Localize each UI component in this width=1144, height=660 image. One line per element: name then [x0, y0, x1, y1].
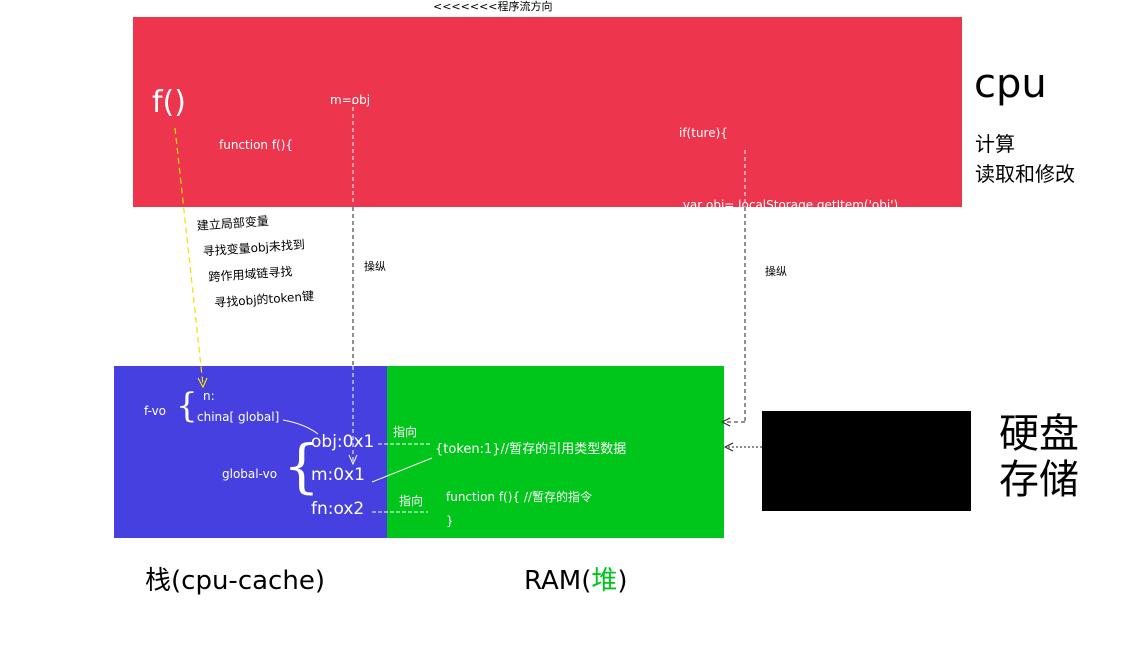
scope-lookup-steps: 建立局部变量 寻找变量obj未找到 跨作用域链寻找 寻找obj的token键 — [196, 205, 315, 317]
assignment-statement: m=obj — [330, 93, 371, 107]
disk-label: 硬盘 存储 — [999, 411, 1079, 503]
disk-arrowhead — [723, 442, 734, 452]
stack-caption-prefix: 栈 — [145, 566, 172, 596]
pointer-label: 指向 — [393, 425, 418, 439]
gvo-item-fn: fn:ox2 — [311, 499, 365, 519]
fvo-label: f-vo — [144, 404, 167, 418]
heap-function-line: function f(){ //暂存的指令 — [446, 490, 592, 504]
ram-caption-suffix: ) — [617, 566, 628, 596]
gvo-item-obj: obj:0x1 — [311, 432, 375, 452]
cpu-desc-compute: 计算 — [975, 132, 1015, 156]
stack-caption: 栈(cpu-cache) — [145, 560, 325, 597]
disk-label-line: 硬盘 — [999, 411, 1079, 457]
ram-caption-prefix: RAM( — [524, 566, 592, 596]
function-call: f() — [152, 85, 186, 120]
disk-label-line: 存储 — [999, 457, 1079, 503]
disk-block — [762, 411, 971, 511]
stack-caption-suffix: (cpu-cache) — [171, 566, 325, 596]
control-label: 操纵 — [364, 260, 386, 273]
gvo-label: global-vo — [222, 467, 278, 481]
code-line: function f(){ — [219, 138, 294, 152]
code-line: if(ture){ — [679, 126, 728, 140]
flow-direction-label: <<<<<<<程序流方向 — [433, 0, 553, 13]
fvo-brace: { — [176, 386, 198, 426]
fvo-item: china[ global] — [197, 410, 280, 424]
if-block: if(ture){ var obj= localStorage.getItem(… — [679, 73, 898, 337]
cpu-heading: cpu — [974, 61, 1047, 107]
fvo-item: n: — [203, 389, 215, 403]
heap-object-data: {token:1}//暂存的引用类型数据 — [435, 442, 627, 457]
code-line: } — [679, 270, 687, 284]
gvo-item-m: m:0x1 — [311, 465, 365, 485]
code-line: var obj= localStorage.getItem('obj') — [679, 198, 899, 212]
ram-caption-heap: 堆 — [591, 566, 618, 596]
cpu-block: f() function f(){ var n=obj.token } m=ob… — [133, 17, 962, 296]
cpu-desc-read-modify: 读取和修改 — [975, 162, 1075, 186]
ram-caption: RAM(堆) — [524, 560, 628, 597]
control-label: 操纵 — [765, 265, 787, 278]
heap-function-line: } — [446, 514, 454, 528]
pointer-label: 指向 — [399, 494, 424, 508]
